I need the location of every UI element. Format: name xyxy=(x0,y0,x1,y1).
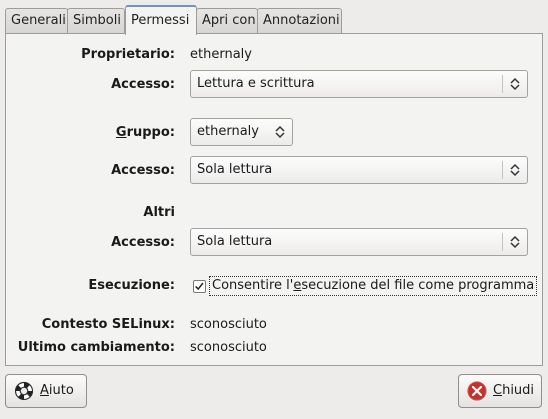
checkmark-icon xyxy=(195,282,204,291)
lifebuoy-icon xyxy=(14,381,34,401)
updown-arrows-icon xyxy=(510,163,520,177)
execution-label: Esecuzione: xyxy=(88,278,175,293)
owner-access-value: Lettura e scrittura xyxy=(197,76,315,91)
others-access-value: Sola lettura xyxy=(197,234,273,249)
tab-annotazioni[interactable]: Annotazioni xyxy=(257,8,342,34)
owner-access-label: Accesso: xyxy=(111,77,175,92)
execution-checkbox[interactable] xyxy=(193,280,206,293)
tab-simboli[interactable]: Simboli xyxy=(67,8,125,34)
help-button[interactable]: Aiuto xyxy=(5,374,87,408)
group-value: ethernaly xyxy=(197,124,259,139)
owner-label: Proprietario: xyxy=(81,47,175,62)
others-access-select[interactable]: Sola lettura xyxy=(190,228,528,256)
execution-checkbox-label[interactable]: Consentire l'esecuzione del file come pr… xyxy=(209,276,538,296)
last-change-value: sconosciuto xyxy=(190,340,267,355)
group-access-select[interactable]: Sola lettura xyxy=(190,156,528,184)
owner-access-select[interactable]: Lettura e scrittura xyxy=(190,70,528,98)
others-access-label: Accesso: xyxy=(111,235,175,250)
updown-arrows-icon xyxy=(510,77,520,91)
permissions-panel: Proprietario: ethernaly Accesso: Lettura… xyxy=(5,33,543,366)
close-button[interactable]: Chiudi xyxy=(458,374,542,408)
others-heading: Altri xyxy=(143,205,175,220)
selinux-value: sconosciuto xyxy=(190,317,267,332)
tab-generali[interactable]: Generali xyxy=(5,8,68,34)
group-select[interactable]: ethernaly xyxy=(190,118,293,146)
group-access-value: Sola lettura xyxy=(197,162,273,177)
tab-apri-con[interactable]: Apri con xyxy=(196,8,258,34)
group-access-label: Accesso: xyxy=(111,163,175,178)
group-label: Gruppo: xyxy=(115,125,175,140)
close-icon xyxy=(467,381,487,401)
tab-permessi[interactable]: Permessi xyxy=(125,5,197,35)
updown-arrows-icon xyxy=(275,125,285,139)
updown-arrows-icon xyxy=(510,235,520,249)
last-change-label: Ultimo cambiamento: xyxy=(17,340,175,355)
owner-value: ethernaly xyxy=(190,47,252,62)
selinux-label: Contesto SELinux: xyxy=(41,317,175,332)
